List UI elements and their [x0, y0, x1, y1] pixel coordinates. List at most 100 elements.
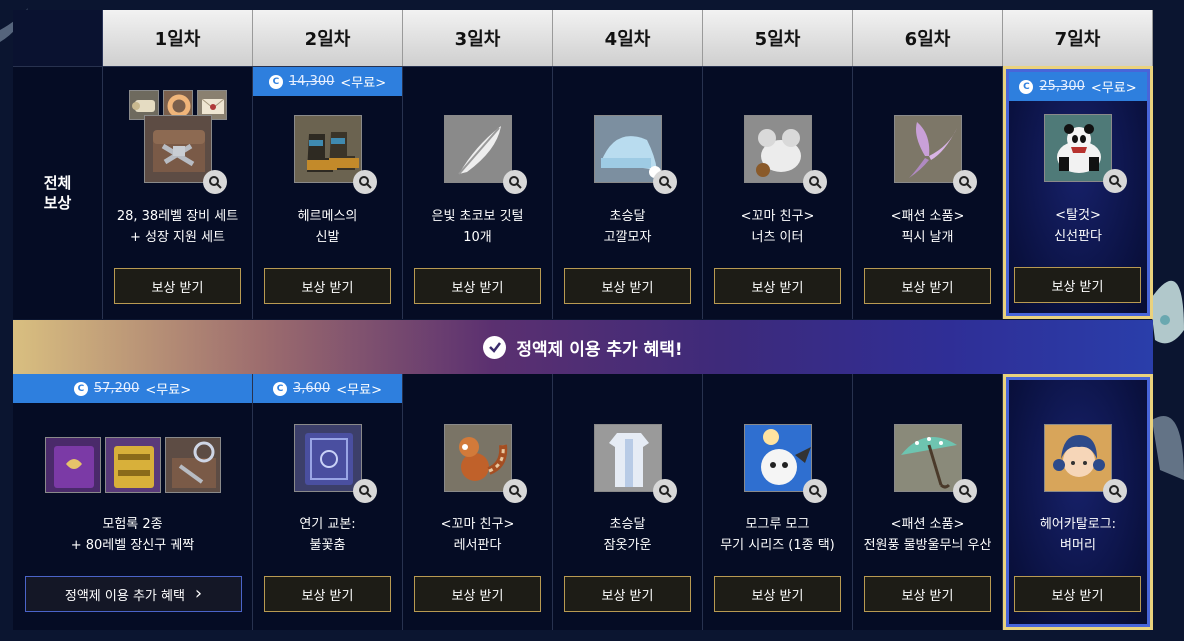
- claim-reward-button[interactable]: 보상 받기: [1014, 576, 1141, 612]
- claim-reward-button[interactable]: 보상 받기: [1014, 267, 1141, 303]
- zoom-magnifier-icon[interactable]: [203, 170, 227, 194]
- reward-name-line-1: 초승달: [609, 517, 646, 532]
- polka-dot-umbrella-icon: [894, 424, 962, 492]
- price-tag: C 14,300 <무료>: [253, 67, 402, 96]
- reward-cell-day5: <꼬마 친구> 너츠 이터 보상 받기: [703, 66, 853, 319]
- original-price: 3,600: [293, 381, 331, 396]
- reward-name-line-1: <패션 소품>: [890, 209, 965, 224]
- claim-reward-button[interactable]: 보상 받기: [714, 576, 841, 612]
- zoom-magnifier-icon[interactable]: [653, 479, 677, 503]
- reward-cell-day6: <패션 소품> 픽시 날개 보상 받기: [853, 66, 1003, 319]
- zoom-magnifier-icon[interactable]: [1103, 479, 1127, 503]
- original-price: 14,300: [288, 74, 335, 89]
- subscription-bonus-button-label: 정액제 이용 추가 혜택: [64, 588, 185, 604]
- reward-name-line-2: 너츠 이터: [751, 230, 804, 245]
- reward-name: 모그루 모그 무기 시리즈 (1종 택): [703, 514, 852, 556]
- ballroom-etiquette-book-icon: [294, 424, 362, 492]
- zoom-magnifier-icon[interactable]: [503, 170, 527, 194]
- reward-name: 은빛 초코보 깃털 10개: [403, 206, 552, 248]
- reward-name-line-2: 불꽃춤: [309, 538, 346, 553]
- accessory-chest-icon: [165, 437, 221, 493]
- pixie-wings-icon: [894, 115, 962, 183]
- crysta-coin-icon: C: [273, 381, 288, 396]
- reward-cell-day7: C 25,300 <무료> <탈것> 신선판다 보상 받기: [1003, 66, 1153, 319]
- header-corner: [13, 10, 103, 66]
- row-label-line-1: 전체: [43, 174, 72, 192]
- zoom-magnifier-icon[interactable]: [503, 479, 527, 503]
- day-header-5: 5일차: [703, 10, 853, 66]
- reward-name: 초승달 잠옷가운: [553, 514, 702, 556]
- crysta-coin-icon: C: [268, 74, 283, 89]
- equipment-chest-icon: [144, 115, 212, 183]
- check-circle-icon: [483, 335, 507, 359]
- subscription-bonus-button[interactable]: 정액제 이용 추가 혜택 ›: [25, 576, 242, 612]
- moogle-weapon-icon: [744, 424, 812, 492]
- day-header-1: 1일차: [103, 10, 253, 66]
- crescent-robe-icon: [594, 424, 662, 492]
- reward-name-line-1: <패션 소품>: [890, 517, 965, 532]
- reward-name: <꼬마 친구> 레서판다: [403, 514, 552, 556]
- reward-name: 헤르메스의 신발: [253, 206, 402, 248]
- day-header-3: 3일차: [403, 10, 553, 66]
- zoom-magnifier-icon[interactable]: [953, 479, 977, 503]
- claim-reward-button[interactable]: 보상 받기: [264, 576, 391, 612]
- subscription-bonus-banner: 정액제 이용 추가 혜택!: [13, 320, 1153, 374]
- reward-name-line-1: 은빛 초코보 깃털: [431, 209, 524, 224]
- zoom-magnifier-icon[interactable]: [953, 170, 977, 194]
- zoom-magnifier-icon[interactable]: [803, 170, 827, 194]
- reward-cell-day1: 28, 38레벨 장비 세트 + 성장 지원 세트 보상 받기: [103, 66, 253, 319]
- price-tag: C 3,600 <무료>: [253, 374, 402, 403]
- row-label-line-2: 보상: [43, 194, 72, 212]
- reward-name-line-2: 신발: [315, 230, 340, 245]
- reward-name-line-2: + 80레벨 장신구 궤짝: [70, 538, 195, 553]
- claim-reward-button[interactable]: 보상 받기: [714, 268, 841, 304]
- reward-name-line-1: 모그루 모그: [745, 517, 810, 532]
- reward-cell-day4: 초승달 고깔모자 보상 받기: [553, 66, 703, 319]
- day-header-4: 4일차: [553, 10, 703, 66]
- login-reward-board: 1일차 2일차 3일차 4일차 5일차 6일차 7일차 전체 보상 28, 38…: [13, 10, 1153, 630]
- nut-eater-minion-icon: [744, 115, 812, 183]
- crescent-nightcap-icon: [594, 115, 662, 183]
- reward-name-line-1: <꼬마 친구>: [440, 517, 515, 532]
- free-label: <무료>: [145, 383, 192, 398]
- gold-book-icon: [105, 437, 161, 493]
- crysta-coin-icon: C: [73, 381, 88, 396]
- claim-reward-button[interactable]: 보상 받기: [864, 576, 991, 612]
- reward-name-line-2: 고깔모자: [603, 230, 652, 245]
- claim-reward-button[interactable]: 보상 받기: [414, 268, 541, 304]
- purple-book-icon: [45, 437, 101, 493]
- claim-reward-button[interactable]: 보상 받기: [564, 268, 691, 304]
- reward-name: <꼬마 친구> 너츠 이터: [703, 206, 852, 248]
- price-tag: C 25,300 <무료>: [1009, 72, 1147, 101]
- zoom-magnifier-icon[interactable]: [1103, 169, 1127, 193]
- original-price: 57,200: [93, 381, 140, 396]
- claim-reward-button[interactable]: 보상 받기: [114, 268, 241, 304]
- reward-cell-day3: 은빛 초코보 깃털 10개 보상 받기: [403, 66, 553, 319]
- red-panda-minion-icon: [444, 424, 512, 492]
- claim-reward-button[interactable]: 보상 받기: [264, 268, 391, 304]
- claim-reward-button[interactable]: 보상 받기: [564, 576, 691, 612]
- reward-name-line-1: 28, 38레벨 장비 세트: [116, 209, 239, 224]
- reward-name-line-2: 신선판다: [1054, 229, 1102, 244]
- zoom-magnifier-icon[interactable]: [353, 170, 377, 194]
- hermes-boots-icon: [294, 115, 362, 183]
- reward-name: 모험록 2종 + 80레벨 장신구 궤짝: [13, 514, 252, 556]
- zoom-magnifier-icon[interactable]: [353, 479, 377, 503]
- reward-name: <탈것> 신선판다: [1006, 205, 1150, 247]
- reward-name-line-2: 벼머리: [1060, 538, 1096, 553]
- reward-name-line-1: 연기 교본:: [299, 517, 356, 532]
- reward-name-line-2: 무기 시리즈 (1종 택): [720, 538, 835, 553]
- free-label: <무료>: [1090, 81, 1137, 96]
- free-label: <무료>: [336, 383, 382, 398]
- panda-mount-icon: [1044, 114, 1112, 182]
- claim-reward-button[interactable]: 보상 받기: [864, 268, 991, 304]
- zoom-magnifier-icon[interactable]: [803, 479, 827, 503]
- reward-name-line-2: 레서판다: [453, 538, 502, 553]
- claim-reward-button[interactable]: 보상 받기: [414, 576, 541, 612]
- reward-cell-day2: C 14,300 <무료> 헤르메스의 신발 보상 받기: [253, 66, 403, 319]
- zoom-magnifier-icon[interactable]: [653, 170, 677, 194]
- row-label-all-rewards: 전체 보상: [13, 66, 103, 319]
- price-tag: C 57,200 <무료>: [13, 374, 252, 403]
- crysta-coin-icon: C: [1019, 79, 1034, 94]
- silver-chocobo-feather-icon: [444, 115, 512, 183]
